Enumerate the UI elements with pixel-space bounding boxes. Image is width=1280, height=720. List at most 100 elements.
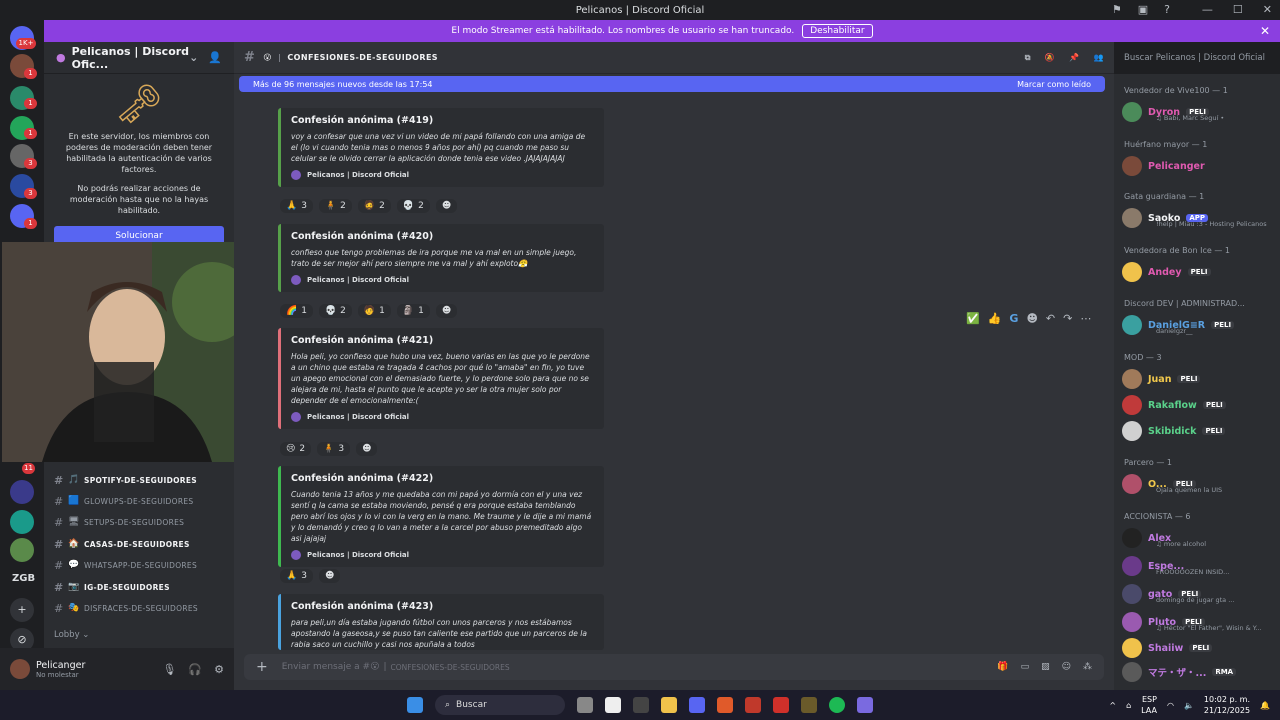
member-item[interactable]: Juan PELI xyxy=(1122,368,1272,390)
app-icon[interactable] xyxy=(857,697,873,713)
volume-icon[interactable]: 🔈 xyxy=(1184,701,1194,710)
chevron-up-icon[interactable]: ^ xyxy=(1109,701,1116,710)
reaction[interactable]: 🌈 1 xyxy=(280,304,313,318)
hash-icon: # xyxy=(54,494,64,508)
mic-icon[interactable]: 🎙 xyxy=(162,663,176,676)
member-item[interactable]: Andey PELI xyxy=(1122,261,1272,283)
server-icon[interactable] xyxy=(10,480,34,504)
member-item[interactable]: Saoko APP !help | Miau :3 - Hosting Pelica… xyxy=(1122,207,1272,229)
reaction[interactable]: 🙏 3 xyxy=(280,569,313,583)
server-header[interactable]: ● Pelicanos | Discord Ofic... ⌄ 👤 xyxy=(44,42,234,74)
g-reaction-icon[interactable]: G xyxy=(1009,312,1018,325)
threads-icon[interactable]: ⧉ xyxy=(1025,53,1031,63)
chevron-down-icon[interactable]: ⌄ xyxy=(189,51,198,64)
reply-icon[interactable]: ↶ xyxy=(1046,312,1055,325)
network-icon[interactable]: ⌂ xyxy=(1126,701,1131,710)
emoji-icon[interactable]: ☺ xyxy=(1062,662,1071,672)
add-reaction-icon[interactable]: ☻ xyxy=(435,304,458,318)
avatar[interactable] xyxy=(10,659,30,679)
member-item[interactable]: Dyron PELI ♫ Babi, Marc Seguí • xyxy=(1122,101,1272,123)
member-item[interactable]: Shaiiw PELI xyxy=(1122,637,1272,659)
gift-icon[interactable]: 🎁 xyxy=(997,662,1008,672)
reaction[interactable]: 🧑 1 xyxy=(357,304,391,318)
member-item[interactable]: DanielG≡R PELI danielgzr__ xyxy=(1122,314,1272,336)
screen-icon[interactable]: ▣ xyxy=(1138,3,1148,16)
clock[interactable]: 10:02 p. m. 21/12/2025 xyxy=(1204,694,1250,716)
member-item[interactable]: Pluto PELI ♫ Héctor "El Father", Wisin & Y… xyxy=(1122,611,1272,633)
channel-spotify[interactable]: # 🎵 spotify-de-seguidores xyxy=(54,470,234,490)
file-explorer-icon[interactable] xyxy=(661,697,677,713)
notion-icon[interactable] xyxy=(605,697,621,713)
server-icon[interactable] xyxy=(10,538,34,562)
gif-icon[interactable]: ▭ xyxy=(1021,662,1030,672)
channel-whatsapp[interactable]: # 💬 whatsapp-de-seguidores xyxy=(54,555,234,575)
close-app-icon[interactable] xyxy=(773,697,789,713)
close-banner-icon[interactable]: ✕ xyxy=(1260,24,1270,38)
more-options-icon[interactable]: ⋯ xyxy=(1080,312,1091,325)
windows-start-icon[interactable] xyxy=(407,697,423,713)
add-reaction-icon[interactable]: ☻ xyxy=(356,442,378,456)
discord-taskbar-icon[interactable] xyxy=(689,697,705,713)
member-item[interactable]: gato PELI domingo de jugar gta ... xyxy=(1122,583,1272,605)
reaction[interactable]: 🧍 3 xyxy=(317,442,351,456)
minimize-button[interactable]: — xyxy=(1202,3,1213,16)
server-icon[interactable] xyxy=(10,510,34,534)
pin-icon[interactable]: 📌 xyxy=(1069,53,1079,62)
channel-setups[interactable]: # 🖥 setups-de-seguidores xyxy=(54,512,234,532)
member-item[interactable]: Skibidick PELI xyxy=(1122,420,1272,442)
channel-casas[interactable]: # 🏠 casas-de-seguidores xyxy=(54,534,234,554)
member-search-input[interactable]: Buscar Pelicanos | Discord Oficial xyxy=(1114,42,1280,74)
notification-bell-icon[interactable]: 🔔 xyxy=(1260,701,1270,710)
add-reaction-icon[interactable]: ☻ xyxy=(1026,312,1037,325)
reaction[interactable]: 🧍 2 xyxy=(318,199,352,213)
member-list-icon[interactable]: 👥 xyxy=(1094,53,1104,62)
task-view-icon[interactable] xyxy=(577,697,593,713)
reaction[interactable]: 🗿 1 xyxy=(396,304,430,318)
member-item[interactable]: Espe... FROOOOOZEN INSID... xyxy=(1122,555,1272,577)
maximize-button[interactable]: ☐ xyxy=(1233,3,1243,16)
attach-plus-icon[interactable]: + xyxy=(256,659,268,675)
inbox-icon[interactable]: ⚑ xyxy=(1112,3,1122,16)
mark-read-button[interactable]: Marcar como leído xyxy=(1017,80,1091,89)
sticker-icon[interactable]: ▨ xyxy=(1041,662,1050,672)
forward-icon[interactable]: ↷ xyxy=(1063,312,1072,325)
member-item[interactable]: O... PELI Ojala quemen la UIS xyxy=(1122,473,1272,495)
channel-ig[interactable]: # 📷 ig-de-seguidores xyxy=(54,577,234,597)
disable-streamer-button[interactable]: Deshabilitar xyxy=(802,24,873,38)
taskbar-search[interactable]: ⌕ Buscar xyxy=(435,695,565,715)
chrome-icon[interactable] xyxy=(633,697,649,713)
hash-icon: # xyxy=(54,515,64,529)
add-server-icon[interactable]: + xyxy=(10,598,34,622)
help-icon[interactable]: ? xyxy=(1164,3,1170,16)
zgb-server[interactable]: ZGB xyxy=(12,573,35,584)
member-item[interactable]: マテ・ザ・... RMA xyxy=(1122,661,1272,683)
headphones-icon[interactable]: 🎧 xyxy=(188,663,202,676)
reaction[interactable]: 💀 2 xyxy=(318,304,352,318)
add-reaction-icon[interactable]: ☻ xyxy=(318,569,341,583)
spotify-icon[interactable] xyxy=(829,697,845,713)
thumbs-up-reaction-icon[interactable]: 👍 xyxy=(988,312,1002,325)
close-window-button[interactable]: ✕ xyxy=(1263,3,1272,16)
app-icon[interactable] xyxy=(745,697,761,713)
reaction[interactable]: 🧔 2 xyxy=(357,199,391,213)
reaction[interactable]: 💀 2 xyxy=(396,199,430,213)
add-member-icon[interactable]: 👤 xyxy=(208,51,222,64)
new-messages-bar[interactable]: Más de 96 mensajes nuevos desde las 17:5… xyxy=(239,76,1105,92)
notifications-icon[interactable]: 🔕 xyxy=(1045,53,1055,62)
reaction[interactable]: 😢 2 xyxy=(280,442,312,456)
lobby-category[interactable]: Lobby ⌄ xyxy=(54,630,89,640)
brave-icon[interactable] xyxy=(717,697,733,713)
settings-gear-icon[interactable]: ⚙ xyxy=(214,663,224,676)
channel-disfraces[interactable]: # 🎭 disfraces-de-seguidores xyxy=(54,598,234,618)
reaction[interactable]: 🙏 3 xyxy=(280,199,313,213)
member-item[interactable]: Rakaflow PELI xyxy=(1122,394,1272,416)
message-input[interactable]: + Enviar mensaje a # 😮 | confesiones-de-seg… xyxy=(244,654,1104,680)
member-item[interactable]: Alex ♫ more alcohol xyxy=(1122,527,1272,549)
wifi-icon[interactable]: ◠ xyxy=(1167,701,1174,710)
obs-icon[interactable] xyxy=(801,697,817,713)
add-reaction-icon[interactable]: ☻ xyxy=(435,199,458,213)
checkmark-reaction-icon[interactable]: ✅ xyxy=(966,312,980,325)
member-item[interactable]: Pelicanger xyxy=(1122,155,1272,177)
apps-icon[interactable]: ⁂ xyxy=(1083,662,1092,672)
channel-glowups[interactable]: # 🟦 glowups-de-seguidores xyxy=(54,491,234,511)
